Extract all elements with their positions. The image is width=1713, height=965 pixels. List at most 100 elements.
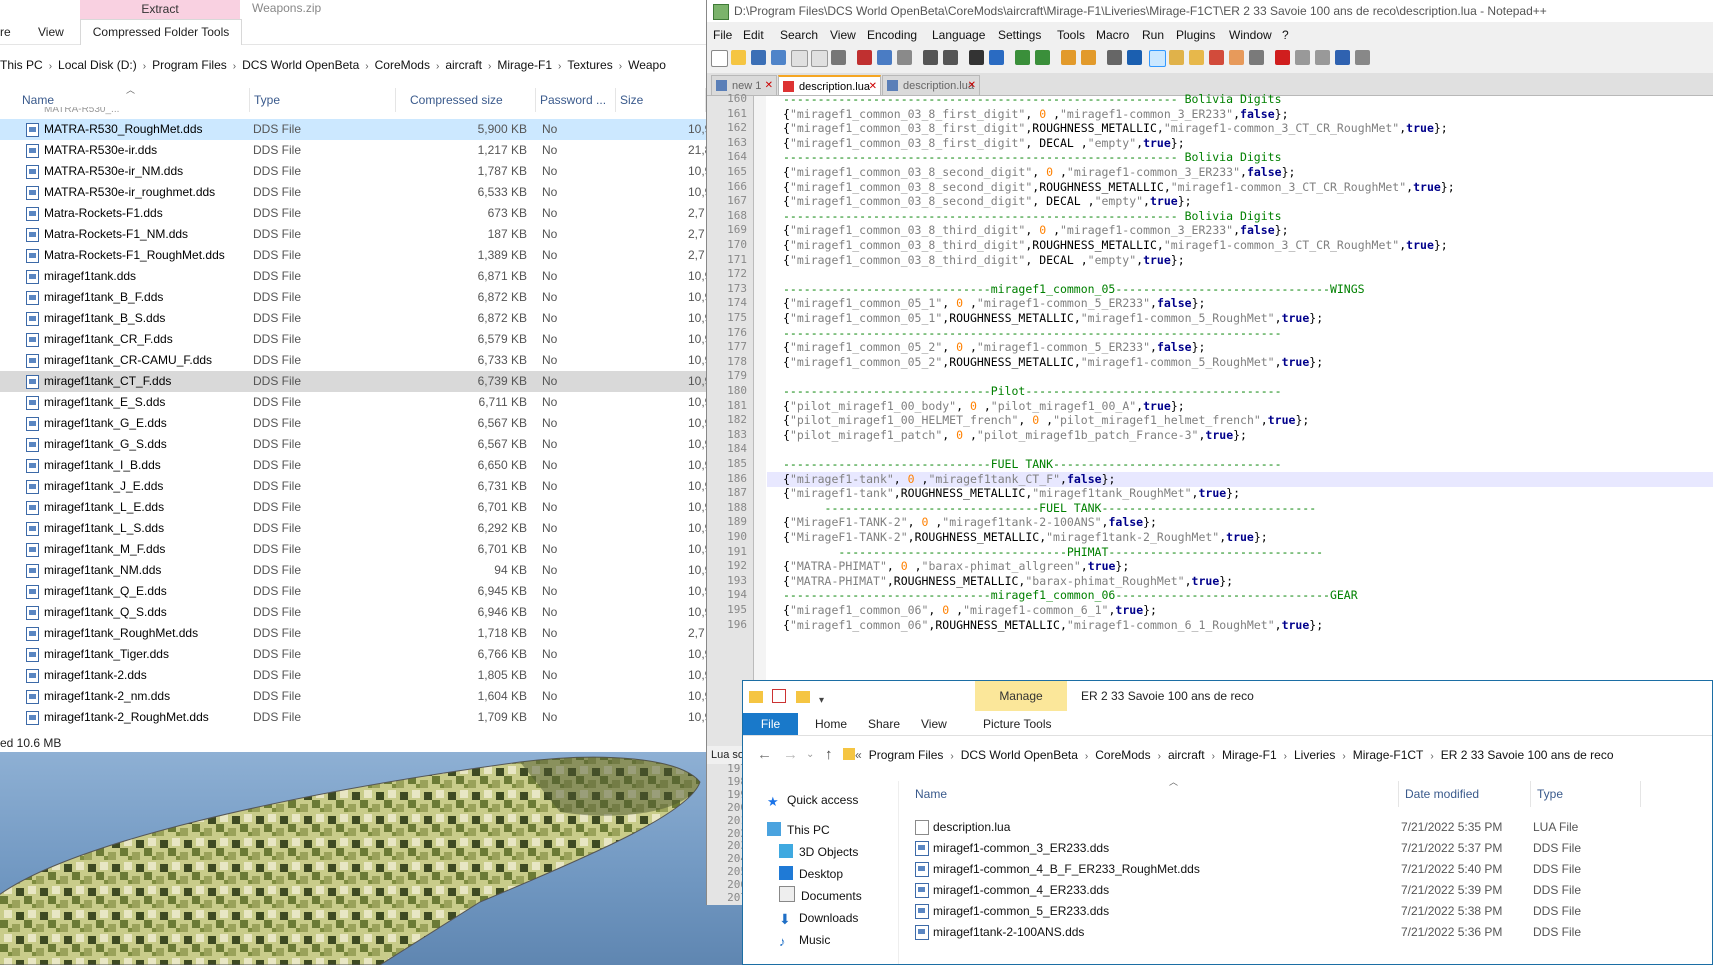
table-row[interactable]: miragef1tank_G_E.dds DDS File 6,567 KB No 10… [0, 413, 706, 434]
crumb-mirage-f1[interactable]: Mirage-F1 [497, 58, 552, 72]
undo-icon[interactable] [923, 50, 938, 65]
table-row[interactable]: miragef1tank_E_S.dds DDS File 6,711 KB No 10… [0, 392, 706, 413]
crumb-er-2-33[interactable]: ER 2 33 Savoie 100 ans de reco [1441, 748, 1614, 762]
file-tab[interactable]: File [743, 713, 798, 735]
show-all-characters-icon[interactable] [1127, 50, 1142, 65]
sync-horizontal-icon[interactable] [1081, 50, 1096, 65]
cut-icon[interactable] [857, 50, 872, 65]
run-macro-multiple-icon[interactable] [1335, 50, 1350, 65]
menu-tools[interactable]: Tools [1057, 24, 1085, 46]
properties-icon[interactable] [772, 689, 787, 703]
crumb-textures[interactable]: Textures [567, 58, 612, 72]
extract-tab[interactable]: Extract [80, 0, 240, 19]
table-row[interactable]: miragef1tank_NM.dds DDS File 94 KB No 10,9 [0, 560, 706, 581]
overflow-chevron-icon[interactable]: « [855, 748, 862, 762]
crumb-aircraft[interactable]: aircraft [1168, 748, 1205, 762]
table-row[interactable]: miragef1tank_J_E.dds DDS File 6,731 KB No 10… [0, 476, 706, 497]
menu-edit[interactable]: Edit [743, 24, 764, 46]
crumb-aircraft[interactable]: aircraft [445, 58, 482, 72]
menu-help[interactable]: ? [1282, 24, 1289, 46]
crumb-local-disk[interactable]: Local Disk (D:) [58, 58, 137, 72]
menu-run[interactable]: Run [1142, 24, 1164, 46]
save-icon[interactable] [751, 50, 766, 65]
table-row[interactable]: miragef1-common_3_ER233.dds 7/21/2022 5:3… [909, 838, 1712, 859]
breadcrumb[interactable]: « Program Files › DCS World OpenBeta › CoreMo… [855, 743, 1614, 769]
find-icon[interactable] [969, 50, 984, 65]
nav-3d-objects[interactable]: 3D Objects [779, 841, 858, 863]
table-row[interactable]: miragef1-common_4_B_F_ER233_RoughMet.dds… [909, 859, 1712, 880]
table-row[interactable]: description.lua 7/21/2022 5:35 PM LUA File [909, 817, 1712, 838]
stop-macro-icon[interactable] [1295, 50, 1310, 65]
menu-view[interactable]: View [830, 24, 856, 46]
table-row[interactable]: miragef1tank_B_S.dds DDS File 6,872 KB No 10… [0, 308, 706, 329]
nav-documents[interactable]: Documents [779, 885, 862, 907]
view-tab[interactable]: View [921, 713, 947, 735]
indent-guide-icon[interactable] [1149, 50, 1166, 67]
replace-icon[interactable] [989, 50, 1004, 65]
share-tab[interactable]: Share [868, 713, 900, 735]
table-row[interactable]: MATRA-R530e-ir_roughmet.dds DDS File 6,533… [0, 182, 706, 203]
nav-music[interactable]: ♪ Music [779, 929, 830, 951]
play-macro-icon[interactable] [1315, 50, 1330, 65]
sync-vertical-icon[interactable] [1061, 50, 1076, 65]
table-row[interactable]: miragef1-common_5_ER233.dds 7/21/2022 5:3… [909, 901, 1712, 922]
crumb-program-files[interactable]: Program Files [152, 58, 227, 72]
table-row[interactable]: miragef1tank_CR-CAMU_F.dds DDS File 6,733 … [0, 350, 706, 371]
menu-language[interactable]: Language [932, 24, 985, 46]
menu-settings[interactable]: Settings [998, 24, 1041, 46]
forward-arrow-icon[interactable]: → [783, 743, 798, 767]
folder-as-workspace-icon[interactable] [1229, 50, 1244, 65]
nav-downloads[interactable]: ⬇ Downloads [779, 907, 858, 929]
zoom-out-icon[interactable] [1035, 50, 1050, 65]
table-row[interactable]: miragef1tank-2-100ANS.dds 7/21/2022 5:36 … [909, 922, 1712, 943]
copy-icon[interactable] [877, 50, 892, 65]
table-row[interactable]: miragef1-common_4_ER233.dds 7/21/2022 5:3… [909, 880, 1712, 901]
ribbon-tab-share[interactable]: re [0, 22, 11, 42]
column-header-compressed-size[interactable]: Compressed size [406, 88, 536, 112]
table-row[interactable]: miragef1tank_L_E.dds DDS File 6,701 KB No 10… [0, 497, 706, 518]
menu-plugins[interactable]: Plugins [1176, 24, 1215, 46]
back-arrow-icon[interactable]: ← [757, 743, 772, 767]
address-bar[interactable]: ← → ⌄ ↑ « Program Files › DCS World OpenBet… [743, 743, 1712, 769]
menu-encoding[interactable]: Encoding [867, 24, 917, 46]
table-row[interactable]: miragef1tank_CR_F.dds DDS File 6,579 KB No 1… [0, 329, 706, 350]
home-tab[interactable]: Home [815, 713, 847, 735]
table-row[interactable]: miragef1tank_Tiger.dds DDS File 6,766 KB No… [0, 644, 706, 665]
nav-quick-access[interactable]: ★ Quick access [767, 789, 858, 811]
manage-tab[interactable]: Manage [975, 681, 1067, 711]
up-arrow-icon[interactable]: ↑ [825, 743, 833, 767]
table-row[interactable]: miragef1tank-2.dds DDS File 1,805 KB No 10,9 [0, 665, 706, 686]
ribbon-tab-view[interactable]: View [38, 22, 64, 42]
word-wrap-icon[interactable] [1107, 50, 1122, 65]
column-header-type[interactable]: Type [250, 88, 396, 112]
table-row[interactable]: miragef1tank_CT_F.dds DDS File 6,739 KB No 1… [0, 371, 706, 392]
crumb-program-files[interactable]: Program Files [869, 748, 944, 762]
new-file-icon[interactable] [711, 50, 728, 67]
document-map-icon[interactable] [1189, 50, 1204, 65]
crumb-weapons[interactable]: Weapo [628, 58, 666, 72]
save-macro-icon[interactable] [1355, 50, 1370, 65]
menu-window[interactable]: Window [1229, 24, 1272, 46]
column-header-size[interactable]: Size [616, 88, 706, 112]
nav-desktop[interactable]: Desktop [779, 863, 843, 885]
crumb-coremods[interactable]: CoreMods [375, 58, 430, 72]
function-list-icon[interactable] [1209, 50, 1224, 65]
table-row[interactable]: miragef1tank-2_RoughMet.dds DDS File 1,709… [0, 707, 706, 728]
compressed-folder-tools-tab[interactable]: Compressed Folder Tools [80, 19, 242, 45]
record-macro-icon[interactable] [1275, 50, 1290, 65]
redo-icon[interactable] [943, 50, 958, 65]
user-language-icon[interactable] [1169, 50, 1184, 65]
table-row[interactable]: MATRA-R530e-ir.dds DDS File 1,217 KB No 21,8 [0, 140, 706, 161]
table-row[interactable]: MATRA-R530e-ir_NM.dds DDS File 1,787 KB No 1… [0, 161, 706, 182]
table-row[interactable]: miragef1tank_Q_E.dds DDS File 6,945 KB No 10… [0, 581, 706, 602]
close-all-icon[interactable] [811, 50, 828, 67]
open-file-icon[interactable] [731, 50, 746, 65]
crumb-coremods[interactable]: CoreMods [1095, 748, 1150, 762]
zoom-in-icon[interactable] [1015, 50, 1030, 65]
crumb-liveries[interactable]: Liveries [1294, 748, 1335, 762]
table-row[interactable]: miragef1tank.dds DDS File 6,871 KB No 10,9 [0, 266, 706, 287]
column-header-name[interactable]: Name [909, 781, 1399, 807]
table-row[interactable]: Matra-Rockets-F1.dds DDS File 673 KB No 2,7 [0, 203, 706, 224]
new-folder-icon[interactable] [795, 691, 810, 703]
breadcrumb[interactable]: This PC › Local Disk (D:) › Program Files › DC… [0, 53, 706, 77]
